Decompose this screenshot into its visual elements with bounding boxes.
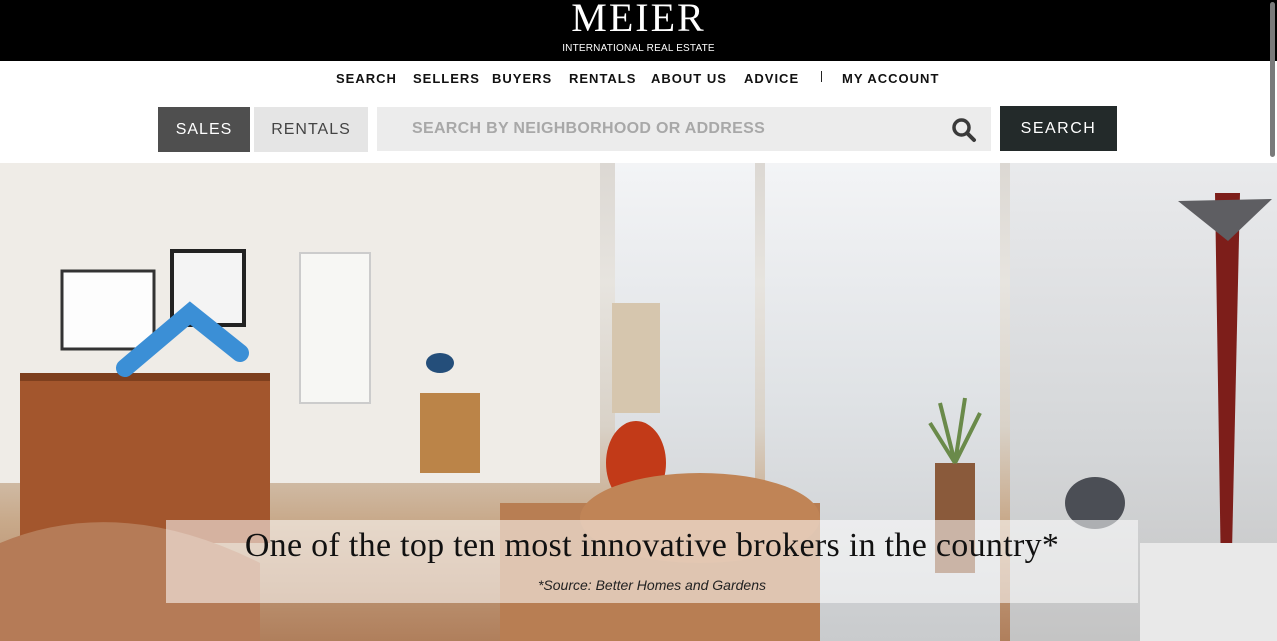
nav-my-account[interactable]: MY ACCOUNT [842,71,939,87]
search-box [377,107,991,151]
hero-image: One of the top ten most innovative broke… [0,163,1277,641]
top-header: MEIER INTERNATIONAL REAL ESTATE [0,0,1277,61]
nav-sellers[interactable]: SELLERS [413,71,480,87]
logo-tagline: INTERNATIONAL REAL ESTATE [562,43,715,54]
main-nav: SEARCH SELLERS BUYERS RENTALS ABOUT US A… [0,61,1277,96]
nav-about-us[interactable]: ABOUT US [651,71,727,87]
hero-tagline: One of the top ten most innovative broke… [244,527,1060,564]
logo-wordmark: MEIER [571,0,706,40]
hero-caption: One of the top ten most innovative broke… [166,520,1138,603]
hero-source: *Source: Better Homes and Gardens [537,577,766,593]
search-button[interactable]: SEARCH [1000,106,1117,151]
nav-search[interactable]: SEARCH [336,71,397,87]
tab-rentals[interactable]: RENTALS [254,107,368,152]
brand-logo[interactable]: MEIER INTERNATIONAL REAL ESTATE [0,0,1277,61]
nav-buyers[interactable]: BUYERS [492,71,552,87]
search-icon[interactable] [951,117,977,143]
nav-divider [821,71,822,82]
search-input[interactable] [412,107,932,151]
page-scrollbar[interactable] [1270,2,1275,157]
nav-advice[interactable]: ADVICE [744,71,799,87]
tab-sales[interactable]: SALES [158,107,250,152]
nav-rentals[interactable]: RENTALS [569,71,636,87]
